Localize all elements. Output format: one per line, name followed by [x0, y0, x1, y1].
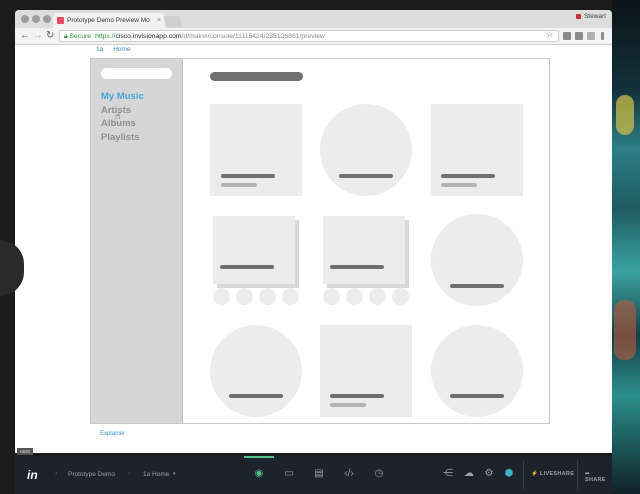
page-content: 1a Home My Music Artists Albums Playlists…: [15, 46, 612, 453]
playlist-card[interactable]: [323, 216, 405, 284]
subtitle-placeholder: [441, 183, 477, 187]
member-avatar: [369, 288, 386, 305]
cloud-sync-icon[interactable]: ☁: [461, 467, 477, 481]
breadcrumb-screen-id[interactable]: 1a: [96, 46, 103, 53]
invision-logo[interactable]: in: [27, 468, 38, 482]
artist-card[interactable]: [431, 325, 523, 417]
share-label: SHARE: [585, 477, 606, 483]
secure-label: Secure: [69, 33, 92, 40]
title-placeholder: [441, 174, 495, 178]
hide-toolbar-button[interactable]: HIDE: [17, 448, 33, 455]
extension-icon[interactable]: [575, 32, 583, 40]
pointer-cursor-icon: ☝︎: [115, 111, 121, 121]
subtitle-placeholder: [330, 403, 366, 407]
liveshare-button[interactable]: ⚡ LIVESHARE: [531, 471, 574, 477]
lock-icon: 🔒︎: [64, 33, 68, 40]
maximize-window-icon[interactable]: [43, 15, 51, 23]
active-mode-indicator: [244, 456, 274, 458]
breadcrumb: 1a Home: [96, 46, 141, 53]
member-avatar: [282, 288, 299, 305]
history-clock-icon[interactable]: ◷: [371, 467, 387, 481]
invision-favicon-icon: [57, 17, 64, 24]
browser-titlebar: Prototype Demo Preview Mo × Stewart: [15, 10, 612, 28]
preview-eye-icon[interactable]: ◉: [251, 467, 267, 481]
title-placeholder: [330, 394, 384, 398]
extension-icon[interactable]: [563, 32, 571, 40]
member-avatar: [323, 288, 340, 305]
bookmark-star-icon[interactable]: ☆: [546, 30, 553, 39]
close-window-icon[interactable]: [21, 15, 29, 23]
artist-card[interactable]: [431, 214, 523, 306]
explainer-link[interactable]: Explainer: [100, 431, 125, 437]
member-avatar: [236, 288, 253, 305]
artist-card[interactable]: [320, 104, 412, 196]
breadcrumb-screen-name[interactable]: Home: [113, 46, 130, 53]
url-scheme: https://: [95, 33, 116, 40]
invision-toolbar: in › Prototype Demo › 1a Home ▾ ◉ ▭ ▤ ‹/…: [15, 456, 612, 494]
screen-selector[interactable]: 1a Home: [143, 471, 169, 478]
title-placeholder: [450, 394, 504, 398]
tab-close-icon[interactable]: ×: [157, 13, 161, 28]
user-name: Stewart: [583, 13, 606, 20]
address-bar[interactable]: 🔒︎ Secure https://cisco.invisionapp.com/d…: [59, 30, 559, 42]
member-avatar: [392, 288, 409, 305]
desktop-wallpaper: [612, 0, 640, 494]
title-placeholder: [330, 265, 384, 269]
project-name[interactable]: Prototype Demo: [68, 471, 115, 478]
minimize-window-icon[interactable]: [32, 15, 40, 23]
member-avatar: [213, 288, 230, 305]
chevron-down-icon[interactable]: ▾: [173, 471, 176, 477]
browser-toolbar: ← → ↻ 🔒︎ Secure https://cisco.invisionapp…: [15, 28, 612, 45]
craft-hexagon-icon[interactable]: ⬢: [501, 467, 517, 481]
reload-icon[interactable]: ↻: [46, 30, 54, 42]
sidebar-item-my-music[interactable]: My Music: [101, 91, 144, 102]
url-path: /d/main#/console/11115424/235126861/prev…: [181, 33, 325, 40]
new-tab-button[interactable]: [162, 16, 184, 27]
search-input[interactable]: [101, 68, 172, 79]
section-title-placeholder: [210, 72, 303, 81]
breadcrumb-separator: ›: [128, 470, 131, 477]
breadcrumb-separator: ›: [55, 470, 58, 477]
user-icon: [575, 13, 581, 19]
title-placeholder: [339, 174, 393, 178]
liveshare-label: LIVESHARE: [539, 471, 575, 477]
sidebar-item-playlists[interactable]: Playlists: [101, 132, 140, 143]
url-host: cisco.invisionapp.com: [115, 33, 182, 40]
comment-icon[interactable]: ▤: [311, 467, 327, 481]
divider: [577, 460, 578, 490]
build-mode-icon[interactable]: ▭: [281, 467, 297, 481]
member-avatar: [346, 288, 363, 305]
share-network-icon[interactable]: ⋲: [440, 467, 456, 481]
playlist-card[interactable]: [213, 216, 295, 284]
settings-gear-icon[interactable]: ⚙: [481, 467, 497, 481]
extension-icon[interactable]: [587, 32, 595, 40]
artist-card[interactable]: [210, 325, 302, 417]
title-placeholder: [450, 284, 504, 288]
member-avatar: [259, 288, 276, 305]
browser-window: Prototype Demo Preview Mo × Stewart ← → …: [15, 10, 612, 453]
menu-icon[interactable]: [601, 32, 604, 40]
browser-tab[interactable]: Prototype Demo Preview Mo ×: [53, 13, 165, 28]
prototype-frame: My Music Artists Albums Playlists ☝︎: [90, 58, 550, 424]
share-button[interactable]: ➦ SHARE: [585, 471, 612, 483]
subtitle-placeholder: [221, 183, 257, 187]
forward-icon[interactable]: →: [33, 30, 43, 42]
back-icon[interactable]: ←: [20, 30, 30, 42]
title-placeholder: [229, 394, 283, 398]
title-placeholder: [220, 265, 274, 269]
title-placeholder: [221, 174, 275, 178]
tab-title: Prototype Demo Preview Mo: [67, 17, 150, 24]
inspect-code-icon[interactable]: ‹/›: [341, 467, 357, 481]
prototype-sidebar: My Music Artists Albums Playlists ☝︎: [91, 59, 183, 423]
divider: [523, 460, 524, 490]
browser-user[interactable]: Stewart: [575, 13, 606, 20]
